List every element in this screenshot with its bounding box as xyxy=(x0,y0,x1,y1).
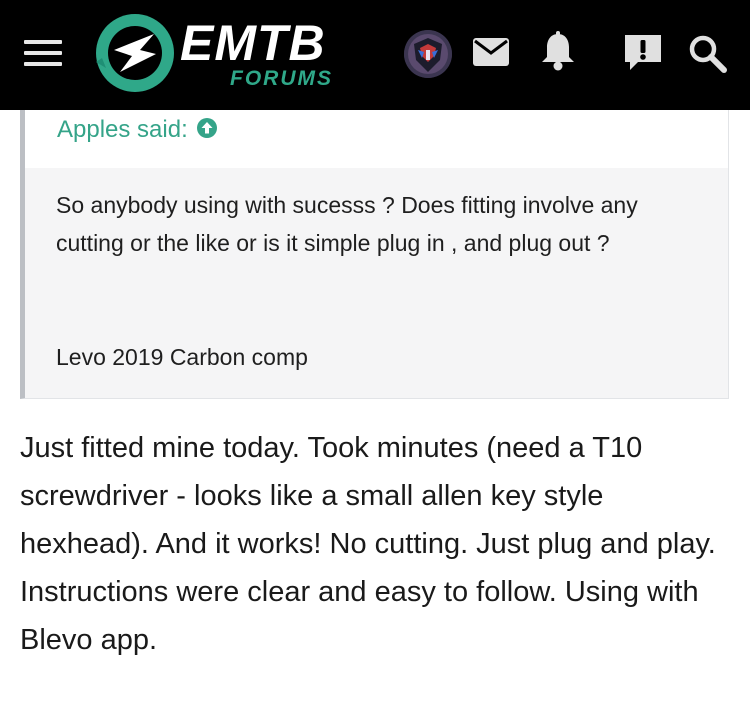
mail-icon[interactable] xyxy=(472,34,510,70)
quote-text: So anybody using with sucesss ? Does fit… xyxy=(56,192,638,256)
logo-main-text: EMTB xyxy=(180,15,326,71)
avatar-image xyxy=(404,30,452,78)
quote-header: Apples said: xyxy=(25,110,728,168)
arrow-up-circle-icon[interactable] xyxy=(196,117,218,146)
quote-author-label: Apples said: xyxy=(57,116,188,143)
site-logo[interactable]: EMTB FORUMS xyxy=(92,10,364,96)
quote-signature: Levo 2019 Carbon comp xyxy=(56,344,308,370)
menu-icon[interactable] xyxy=(24,40,62,66)
post-message: Just fitted mine today. Took minutes (ne… xyxy=(20,432,716,656)
logo-sub-text: FORUMS xyxy=(230,67,333,90)
search-icon[interactable] xyxy=(688,34,728,74)
quote-block: Apples said: So anybody using with suces… xyxy=(20,110,729,399)
top-navigation-bar: EMTB FORUMS xyxy=(0,0,750,110)
quote-body: So anybody using with sucesss ? Does fit… xyxy=(25,168,728,398)
alert-icon[interactable] xyxy=(622,32,664,74)
avatar[interactable] xyxy=(404,30,452,78)
quote-author-link[interactable]: Apples said: xyxy=(57,116,218,146)
bell-icon[interactable] xyxy=(538,30,578,72)
logo-emblem-icon xyxy=(96,14,174,92)
